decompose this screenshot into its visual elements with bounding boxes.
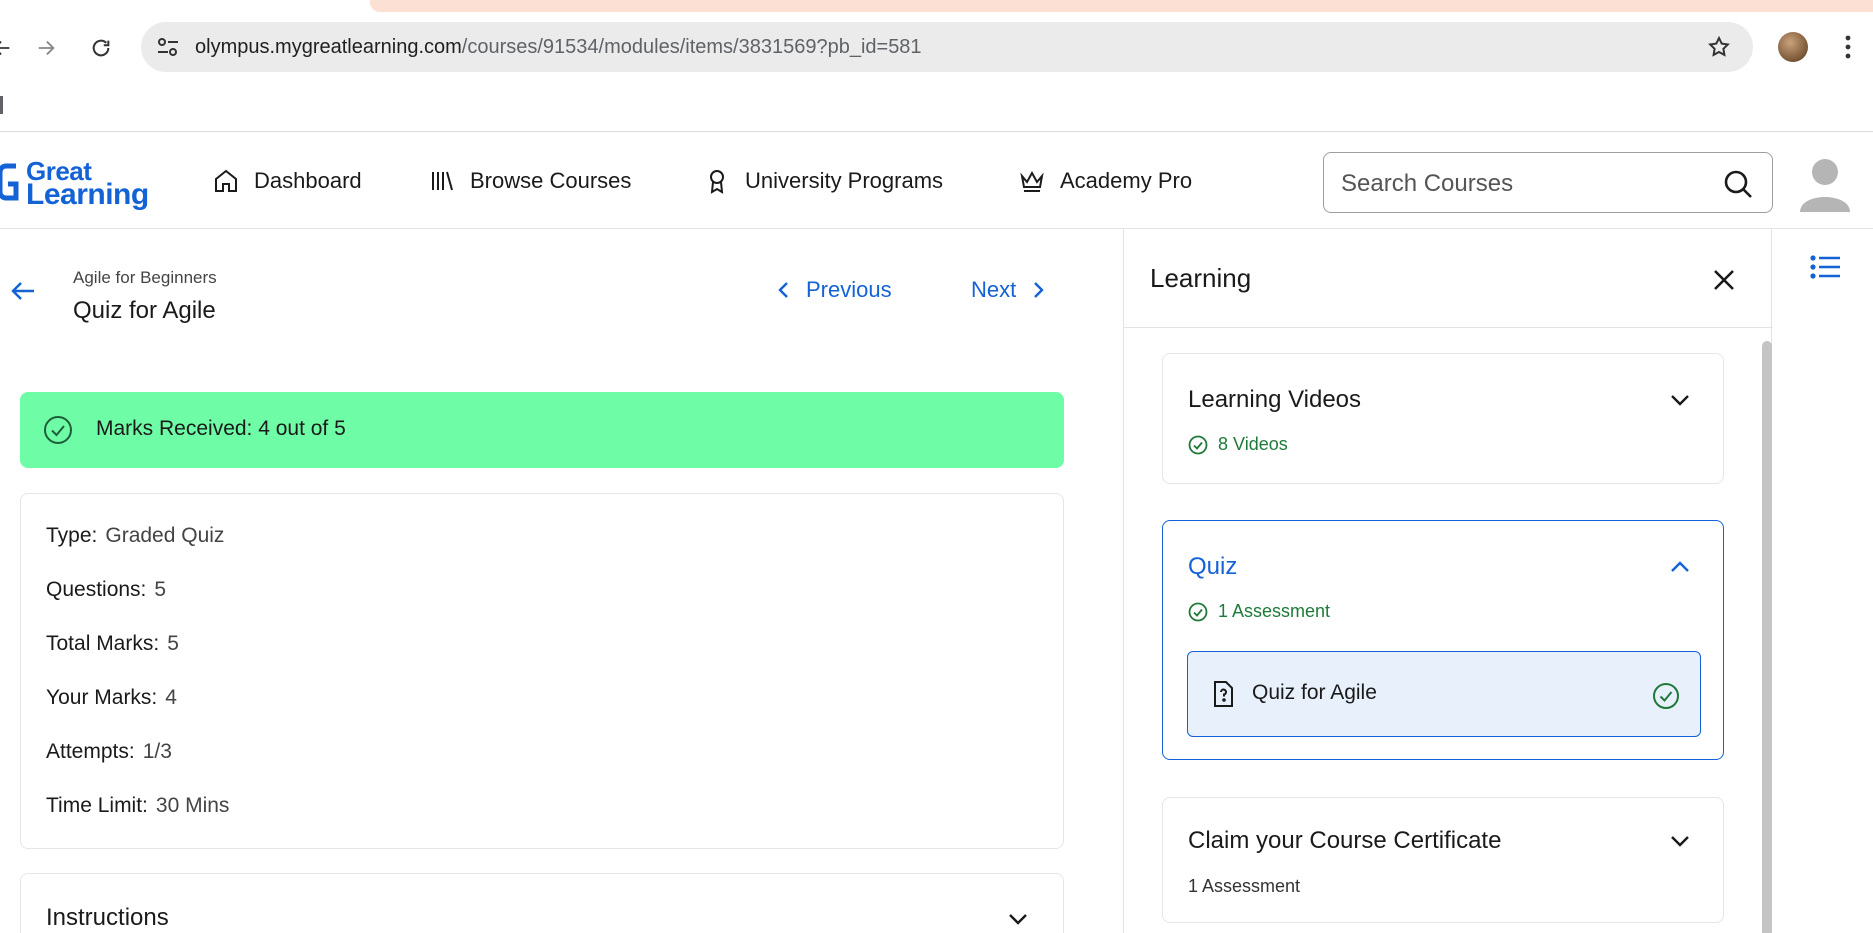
module-subtitle-text: 1 Assessment: [1188, 876, 1301, 896]
chevron-up-icon[interactable]: [1667, 554, 1693, 580]
module-quiz[interactable]: Quiz 1 Assessment Quiz for Agile: [1162, 520, 1724, 760]
browser-tab-strip: [0, 0, 1873, 12]
nav-university-programs[interactable]: University Programs: [703, 166, 943, 196]
check-circle-icon: [44, 416, 72, 444]
site-header: Great Learning Dashboard Browse Courses …: [0, 132, 1873, 229]
quiz-info-card: Type: Graded Quiz Questions: 5 Total Marks…: [20, 493, 1064, 849]
back-arrow-icon[interactable]: [8, 276, 38, 306]
info-row-type: Type: Graded Quiz: [46, 524, 224, 548]
home-icon: [215, 169, 237, 192]
nav-academy-pro[interactable]: Academy Pro: [1018, 166, 1192, 196]
previous-button[interactable]: Previous: [774, 277, 892, 303]
info-key: Time Limit:: [46, 794, 148, 817]
info-key: Your Marks:: [46, 686, 158, 709]
module-title: Quiz: [1188, 553, 1238, 580]
module-title: Claim your Course Certificate: [1188, 827, 1502, 854]
nav-university-programs-label: University Programs: [745, 168, 944, 193]
module-course-certificate[interactable]: Claim your Course Certificate 1 Assessme…: [1162, 797, 1724, 923]
info-value: 1/3: [142, 740, 172, 763]
previous-label: Previous: [806, 277, 892, 302]
module-learning-videos[interactable]: Learning Videos 8 Videos: [1162, 353, 1724, 484]
learning-panel-title: Learning: [1150, 263, 1252, 293]
info-value: 5: [154, 578, 167, 601]
check-circle-icon: [1188, 602, 1208, 621]
bookmarks-bar: [0, 82, 1873, 132]
back-icon[interactable]: [0, 32, 18, 64]
info-value: 30 Mins: [155, 794, 230, 817]
chevron-down-icon[interactable]: [1005, 906, 1031, 932]
info-row-total-marks: Total Marks: 5: [46, 632, 179, 656]
browser-profile-avatar[interactable]: [1778, 32, 1808, 62]
info-key: Attempts:: [46, 740, 135, 763]
url-text[interactable]: olympus.mygreatlearning.com/courses/9153…: [195, 36, 922, 59]
nav-browse-courses-label: Browse Courses: [470, 168, 632, 193]
page-title: Quiz for Agile: [73, 297, 216, 324]
info-key: Type:: [46, 524, 98, 547]
info-row-time-limit: Time Limit: 30 Mins: [46, 794, 229, 818]
next-label: Next: [971, 277, 1017, 302]
active-tab-background: [370, 0, 1873, 12]
module-subtitle: 1 Assessment: [1188, 876, 1300, 897]
list-icon[interactable]: [1810, 252, 1842, 282]
module-subtitle: 8 Videos: [1188, 434, 1288, 455]
module-subtitle-text: 1 Assessment: [1218, 601, 1331, 621]
chevron-down-icon[interactable]: [1667, 828, 1693, 854]
great-learning-logo[interactable]: Great Learning: [0, 158, 149, 210]
learning-panel-header: Learning: [1124, 229, 1773, 328]
search-courses-input[interactable]: Search Courses: [1323, 152, 1773, 213]
marks-received-text: Marks Received: 4 out of 5: [96, 417, 346, 440]
library-icon: [432, 171, 453, 191]
nav-browse-courses[interactable]: Browse Courses: [428, 166, 631, 196]
marks-received-banner: Marks Received: 4 out of 5: [20, 392, 1064, 468]
info-value: Graded Quiz: [105, 524, 225, 547]
crown-icon: [1020, 170, 1044, 192]
award-icon: [710, 170, 724, 194]
quiz-item-label: Quiz for Agile: [1252, 681, 1377, 704]
bookmark-stub[interactable]: [0, 96, 3, 114]
nav-academy-pro-label: Academy Pro: [1060, 168, 1193, 193]
info-value: 5: [167, 632, 179, 655]
course-breadcrumb[interactable]: Agile for Beginners: [73, 268, 217, 288]
reload-icon[interactable]: [85, 32, 117, 64]
url-path: /courses/91534/modules/items/3831569?pb_…: [461, 36, 922, 58]
user-avatar-icon[interactable]: [1797, 152, 1853, 212]
chevron-right-icon: [1034, 282, 1044, 298]
learning-panel: Learning Learning Videos 8 Videos Quiz 1…: [1123, 229, 1773, 933]
nav-dashboard[interactable]: Dashboard: [212, 166, 362, 196]
panel-scrollbar[interactable]: [1762, 341, 1772, 933]
info-key: Total Marks:: [46, 632, 160, 655]
search-placeholder: Search Courses: [1341, 170, 1514, 197]
chevron-down-icon[interactable]: [1667, 387, 1693, 413]
module-subtitle-text: 8 Videos: [1218, 434, 1288, 454]
quiz-document-icon: [1214, 681, 1233, 707]
module-subtitle: 1 Assessment: [1188, 601, 1330, 622]
info-key: Questions:: [46, 578, 147, 601]
module-title: Learning Videos: [1188, 386, 1362, 413]
browser-menu-icon[interactable]: [1836, 32, 1860, 62]
instructions-label: Instructions: [46, 904, 169, 931]
close-icon[interactable]: [1710, 266, 1738, 294]
next-button[interactable]: Next: [971, 277, 1048, 303]
url-host: olympus.mygreatlearning.com: [195, 36, 462, 58]
nav-dashboard-label: Dashboard: [254, 168, 362, 193]
check-circle-icon: [1188, 435, 1208, 454]
completed-check-icon: [1653, 683, 1679, 709]
search-icon[interactable]: [1722, 168, 1754, 200]
instructions-accordion[interactable]: Instructions: [20, 873, 1064, 933]
logo-mark-icon: [0, 163, 19, 201]
chevron-left-icon: [778, 282, 788, 298]
browser-toolbar: olympus.mygreatlearning.com/courses/9153…: [0, 12, 1873, 82]
info-row-attempts: Attempts: 1/3: [46, 740, 172, 764]
logo-text-line2: Learning: [26, 178, 149, 211]
site-settings-icon[interactable]: [155, 35, 181, 59]
forward-icon[interactable]: [30, 32, 62, 64]
info-value: 4: [165, 686, 177, 709]
quiz-item-active[interactable]: Quiz for Agile: [1187, 651, 1701, 737]
bookmark-star-icon[interactable]: [1707, 35, 1731, 59]
address-bar[interactable]: olympus.mygreatlearning.com/courses/9153…: [141, 22, 1753, 72]
info-row-your-marks: Your Marks: 4: [46, 686, 177, 710]
info-row-questions: Questions: 5: [46, 578, 166, 602]
